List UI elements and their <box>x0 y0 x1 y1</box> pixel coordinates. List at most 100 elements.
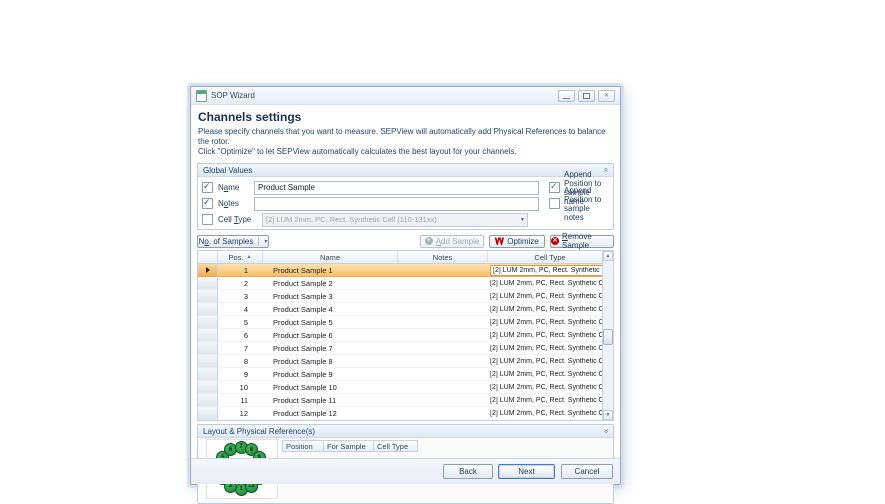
for-sample-column-header[interactable]: For Sample <box>324 440 374 452</box>
next-button[interactable]: Next <box>498 464 555 479</box>
notes-cell[interactable] <box>398 329 488 342</box>
table-row[interactable]: 3Product Sample 3[2] LUM 2mm, PC, Rect. … <box>198 290 613 303</box>
vertical-scrollbar[interactable]: ▲ ▼ <box>602 251 613 420</box>
row-selector[interactable] <box>198 407 218 420</box>
notes-cell[interactable] <box>398 355 488 368</box>
remove-sample-button[interactable]: ✕ Remove Sample <box>550 235 614 248</box>
name-cell[interactable]: Product Sample 5 <box>263 316 398 329</box>
pos-column-header[interactable]: Pos. ▲ <box>218 251 263 263</box>
layout-references-header[interactable]: Layout & Physical Reference(s) » <box>198 425 613 438</box>
notes-column-header[interactable]: Notes <box>398 251 488 263</box>
cell-type-checkbox[interactable] <box>202 214 213 225</box>
cell-type-cell[interactable]: [2] LUM 2mm, PC, Rect. Synthetic Cell (1… <box>488 277 613 290</box>
table-row[interactable]: 4Product Sample 4[2] LUM 2mm, PC, Rect. … <box>198 303 613 316</box>
maximize-button[interactable] <box>578 90 595 102</box>
pos-cell: 5 <box>218 316 263 329</box>
table-row[interactable]: 5Product Sample 5 [2] LUM 2mm, PC, Rect. … <box>198 316 613 329</box>
table-row[interactable]: 12Product Sample 12[2] LUM 2mm, PC, Rect… <box>198 407 613 420</box>
notes-cell[interactable] <box>398 394 488 407</box>
notes-cell[interactable] <box>398 303 488 316</box>
row-selector[interactable] <box>198 316 218 329</box>
notes-cell[interactable] <box>398 342 488 355</box>
cell-type-cell[interactable]: [2] LUM 2mm, PC, Rect. Synthetic Cell (1… <box>488 290 613 303</box>
table-row[interactable]: 6Product Sample 6[2] LUM 2mm, PC, Rect. … <box>198 329 613 342</box>
row-selector[interactable] <box>198 368 218 381</box>
pos-cell: 2 <box>218 277 263 290</box>
minimize-button[interactable] <box>558 90 575 102</box>
table-row[interactable]: 10Product Sample 10[2] LUM 2mm, PC, Rect… <box>198 381 613 394</box>
add-sample-button[interactable]: + Add Sample <box>420 235 484 248</box>
scrollbar-thumb[interactable] <box>603 329 613 345</box>
append-position-notes-checkbox[interactable] <box>549 198 560 209</box>
optimize-button[interactable]: Optimize <box>489 235 545 248</box>
row-selector[interactable] <box>198 290 218 303</box>
row-selector[interactable] <box>198 329 218 342</box>
name-cell[interactable]: Product Sample 2 <box>263 277 398 290</box>
cell-type-cell[interactable]: [2] LUM 2mm, PC, Rect. Synthetic Cell (1… <box>488 316 613 329</box>
back-button[interactable]: Back <box>443 464 493 479</box>
name-cell[interactable]: Product Sample 12 <box>263 407 398 420</box>
notes-cell[interactable] <box>398 368 488 381</box>
notes-cell[interactable] <box>398 407 488 420</box>
cell-type-cell[interactable]: [2] LUM 2mm, PC, Rect. Synthetic Cell (1… <box>488 329 613 342</box>
notes-cell[interactable] <box>398 290 488 303</box>
cell-type-cell[interactable]: [2] LUM 2mm, PC, Rect. Synthetic Cell (1… <box>488 342 613 355</box>
collapse-down-icon[interactable]: » <box>602 429 610 433</box>
cell-type-cell[interactable]: [2] LUM 2mm, PC, Rect. Synthetic Cell (1… <box>488 381 613 394</box>
row-selector[interactable] <box>198 342 218 355</box>
notes-cell[interactable] <box>398 264 488 277</box>
close-button[interactable] <box>598 90 615 102</box>
cell-type-cell[interactable]: [2] LUM 2mm, PC, Rect. Synthetic Cell (1… <box>488 368 613 381</box>
cell-type-cell[interactable]: [2] LUM 2mm, PC, Rect. Synthetic Cell (1… <box>488 303 613 316</box>
row-selector[interactable] <box>198 303 218 316</box>
table-row[interactable]: 11Product Sample 11[2] LUM 2mm, PC, Rect… <box>198 394 613 407</box>
ref-cell-type-column-header[interactable]: Cell Type <box>374 440 418 452</box>
notes-cell[interactable] <box>398 316 488 329</box>
title-bar[interactable]: SOP Wizard <box>191 87 620 105</box>
collapse-up-icon[interactable]: » <box>602 168 610 172</box>
selector-column-header[interactable] <box>198 251 218 263</box>
table-row[interactable]: 9Product Sample 9[2] LUM 2mm, PC, Rect. … <box>198 368 613 381</box>
no-of-samples-button[interactable]: No. of Samples ▾ <box>197 235 269 248</box>
notes-cell[interactable] <box>398 381 488 394</box>
name-input[interactable]: Product Sample <box>254 181 539 195</box>
cell-type-cell[interactable]: [2] LUM 2mm, PC, Rect. Synthetic Cell (1… <box>488 407 613 420</box>
name-cell[interactable]: Product Sample 4 <box>263 303 398 316</box>
cell-type-column-header[interactable]: Cell Type <box>488 251 613 263</box>
notes-input[interactable] <box>254 197 539 211</box>
name-column-header[interactable]: Name <box>263 251 398 263</box>
row-selector[interactable] <box>198 264 218 277</box>
scroll-up-icon[interactable]: ▲ <box>603 251 613 261</box>
row-selector[interactable] <box>198 381 218 394</box>
name-cell[interactable]: Product Sample 7 <box>263 342 398 355</box>
row-selector[interactable] <box>198 355 218 368</box>
name-cell[interactable]: Product Sample 10 <box>263 381 398 394</box>
table-row[interactable]: 7Product Sample 7[2] LUM 2mm, PC, Rect. … <box>198 342 613 355</box>
name-cell[interactable]: Product Sample 9 <box>263 368 398 381</box>
cell-type-value: [2] LUM 2mm, PC, Rect. Synthetic Cell (1… <box>490 319 606 326</box>
notes-checkbox[interactable] <box>202 198 213 209</box>
append-position-name-checkbox[interactable] <box>549 182 560 193</box>
name-label: Name <box>218 183 254 192</box>
name-cell[interactable]: Product Sample 8 <box>263 355 398 368</box>
table-row[interactable]: 8Product Sample 8[2] LUM 2mm, PC, Rect. … <box>198 355 613 368</box>
cell-type-cell[interactable]: [2] LUM 2mm, PC, Rect. Synthetic Cell (1… <box>488 394 613 407</box>
cancel-button[interactable]: Cancel <box>561 464 613 479</box>
name-cell[interactable]: Product Sample 6 <box>263 329 398 342</box>
name-cell[interactable]: Product Sample 1 <box>263 264 398 277</box>
row-selector[interactable] <box>198 394 218 407</box>
notes-cell[interactable] <box>398 277 488 290</box>
position-column-header[interactable]: Position <box>282 440 324 452</box>
name-cell[interactable]: Product Sample 11 <box>263 394 398 407</box>
cell-type-dropdown[interactable]: [2] LUM 2mm, PC, Rect. Synthetic Cell (1… <box>490 265 611 276</box>
scroll-down-icon[interactable]: ▼ <box>603 410 613 420</box>
cell-type-label: Cell Type <box>218 215 254 224</box>
cell-type-cell[interactable]: [2] LUM 2mm, PC, Rect. Synthetic Cell (1… <box>488 264 613 277</box>
cell-type-cell[interactable]: [2] LUM 2mm, PC, Rect. Synthetic Cell (1… <box>488 355 613 368</box>
name-checkbox[interactable] <box>202 182 213 193</box>
row-selector[interactable] <box>198 277 218 290</box>
page-description-line2: Click "Optimize" to let SEPView automati… <box>198 147 614 157</box>
table-row[interactable]: 2Product Sample 2 [2] LUM 2mm, PC, Rect. … <box>198 277 613 290</box>
name-cell[interactable]: Product Sample 3 <box>263 290 398 303</box>
table-row[interactable]: 1Product Sample 1[2] LUM 2mm, PC, Rect. … <box>198 264 613 277</box>
